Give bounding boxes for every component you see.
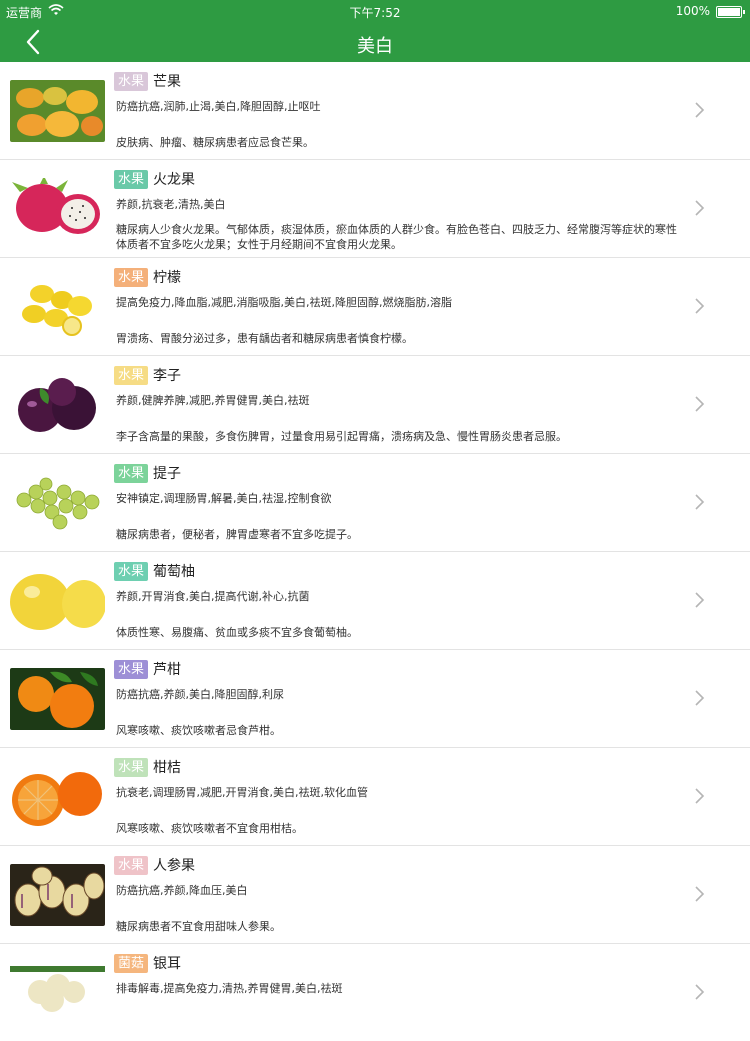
food-name: 火龙果: [153, 172, 195, 188]
list-item[interactable]: 水果 人参果 防癌抗癌,养颜,降血压,美白 糖尿病患者不宜食用甜味人参果。: [0, 846, 750, 944]
food-warning: 皮肤病、肿瘤、糖尿病患者应忌食芒果。: [116, 136, 314, 149]
food-effects: 防癌抗癌,养颜,美白,降胆固醇,利尿: [116, 688, 284, 701]
battery-percent: 100%: [675, 4, 710, 18]
food-warning: 糖尿病患者，便秘者，脾胃虚寒者不宜多吃提子。: [116, 528, 358, 541]
chevron-right-icon: [692, 590, 706, 610]
list-item[interactable]: 水果 葡萄柚 养颜,开胃消食,美白,提高代谢,补心,抗菌 体质性寒、易腹痛、贫血…: [0, 552, 750, 650]
food-effects: 抗衰老,调理肠胃,减肥,开胃消食,美白,祛斑,软化血管: [116, 786, 368, 799]
food-effects: 养颜,健脾养脾,减肥,养胃健胃,美白,祛斑: [116, 394, 310, 407]
category-tag: 水果: [114, 660, 149, 679]
list-item[interactable]: 菌菇 银耳 排毒解毒,提高免疫力,清热,养胃健胃,美白,祛斑: [0, 944, 750, 1041]
food-warning: 李子含高量的果酸，多食伤脾胃，过量食用易引起胃痛，溃疡病及急、慢性胃肠炎患者忌服…: [116, 430, 567, 443]
food-name: 人参果: [153, 858, 195, 874]
food-warning: 风寒咳嗽、痰饮咳嗽者忌食芦柑。: [116, 724, 281, 737]
category-tag: 水果: [114, 562, 149, 581]
category-tag: 水果: [114, 366, 149, 385]
list-item[interactable]: 水果 火龙果 养颜,抗衰老,清热,美白 糖尿病人少食火龙果。气郁体质，痰湿体质，…: [0, 160, 750, 258]
category-tag: 水果: [114, 856, 149, 875]
food-effects: 养颜,开胃消食,美白,提高代谢,补心,抗菌: [116, 590, 310, 603]
battery-icon: [716, 6, 745, 18]
chevron-right-icon: [692, 786, 706, 806]
dragon-fruit-image: [10, 178, 105, 240]
chevron-right-icon: [692, 884, 706, 904]
food-name: 柠檬: [153, 270, 181, 286]
mango-image: [10, 80, 105, 142]
food-warning: 风寒咳嗽、痰饮咳嗽者不宜食用柑桔。: [116, 822, 303, 835]
food-name: 银耳: [153, 956, 181, 972]
food-warning: 糖尿病患者不宜食用甜味人参果。: [116, 920, 281, 933]
food-effects: 防癌抗癌,润肺,止渴,美白,降胆固醇,止呕吐: [116, 100, 321, 113]
list-item[interactable]: 水果 柑桔 抗衰老,调理肠胃,减肥,开胃消食,美白,祛斑,软化血管 风寒咳嗽、痰…: [0, 748, 750, 846]
food-effects: 提高免疫力,降血脂,减肥,消脂吸脂,美白,祛斑,降胆固醇,燃烧脂肪,溶脂: [116, 296, 452, 309]
category-tag: 水果: [114, 758, 149, 777]
food-name: 芒果: [153, 74, 181, 90]
food-effects: 防癌抗癌,养颜,降血压,美白: [116, 884, 248, 897]
navigation-bar: 美白: [0, 22, 750, 62]
chevron-right-icon: [692, 982, 706, 1002]
chevron-right-icon: [692, 492, 706, 512]
food-warning: 胃溃疡、胃酸分泌过多，患有龋齿者和糖尿病患者慎食柠檬。: [116, 332, 413, 345]
chevron-right-icon: [692, 296, 706, 316]
food-name: 李子: [153, 368, 181, 384]
food-name: 提子: [153, 466, 181, 482]
list-item[interactable]: 水果 芒果 防癌抗癌,润肺,止渴,美白,降胆固醇,止呕吐 皮肤病、肿瘤、糖尿病患…: [0, 62, 750, 160]
tangerine-image: [10, 766, 105, 828]
category-tag: 菌菇: [114, 954, 149, 973]
category-tag: 水果: [114, 72, 149, 91]
list-item[interactable]: 水果 芦柑 防癌抗癌,养颜,美白,降胆固醇,利尿 风寒咳嗽、痰饮咳嗽者忌食芦柑。: [0, 650, 750, 748]
list-item[interactable]: 水果 提子 安神镇定,调理肠胃,解暑,美白,祛湿,控制食欲 糖尿病患者，便秘者，…: [0, 454, 750, 552]
food-effects: 养颜,抗衰老,清热,美白: [116, 198, 226, 211]
status-bar: 运营商 下午7:52 100%: [0, 0, 750, 22]
chevron-right-icon: [692, 688, 706, 708]
food-warning: 体质性寒、易腹痛、贫血或多痰不宜多食葡萄柚。: [116, 626, 358, 639]
clock: 下午7:52: [349, 6, 401, 20]
category-tag: 水果: [114, 464, 149, 483]
ponkan-image: [10, 668, 105, 730]
food-name: 葡萄柚: [153, 564, 195, 580]
chevron-right-icon: [692, 394, 706, 414]
food-name: 芦柑: [153, 662, 181, 678]
list-item[interactable]: 水果 李子 养颜,健脾养脾,减肥,养胃健胃,美白,祛斑 李子含高量的果酸，多食伤…: [0, 356, 750, 454]
list-item[interactable]: 水果 柠檬 提高免疫力,降血脂,减肥,消脂吸脂,美白,祛斑,降胆固醇,燃烧脂肪,…: [0, 258, 750, 356]
food-effects: 排毒解毒,提高免疫力,清热,养胃健胃,美白,祛斑: [116, 982, 343, 995]
chevron-right-icon: [692, 100, 706, 120]
food-name: 柑桔: [153, 760, 181, 776]
plum-image: [10, 374, 105, 436]
white-fungus-image: [10, 962, 105, 1024]
page-title: 美白: [357, 36, 393, 57]
category-tag: 水果: [114, 170, 149, 189]
food-warning: 糖尿病人少食火龙果。气郁体质，痰湿体质，瘀血体质的人群少食。有脸色苍白、四肢乏力…: [116, 223, 677, 251]
food-effects: 安神镇定,调理肠胃,解暑,美白,祛湿,控制食欲: [116, 492, 332, 505]
grapefruit-image: [10, 570, 105, 632]
chevron-right-icon: [692, 198, 706, 218]
grape-image: [10, 472, 105, 534]
category-tag: 水果: [114, 268, 149, 287]
lemon-image: [10, 276, 105, 338]
pepino-image: [10, 864, 105, 926]
food-list: 水果 芒果 防癌抗癌,润肺,止渴,美白,降胆固醇,止呕吐 皮肤病、肿瘤、糖尿病患…: [0, 62, 750, 1041]
